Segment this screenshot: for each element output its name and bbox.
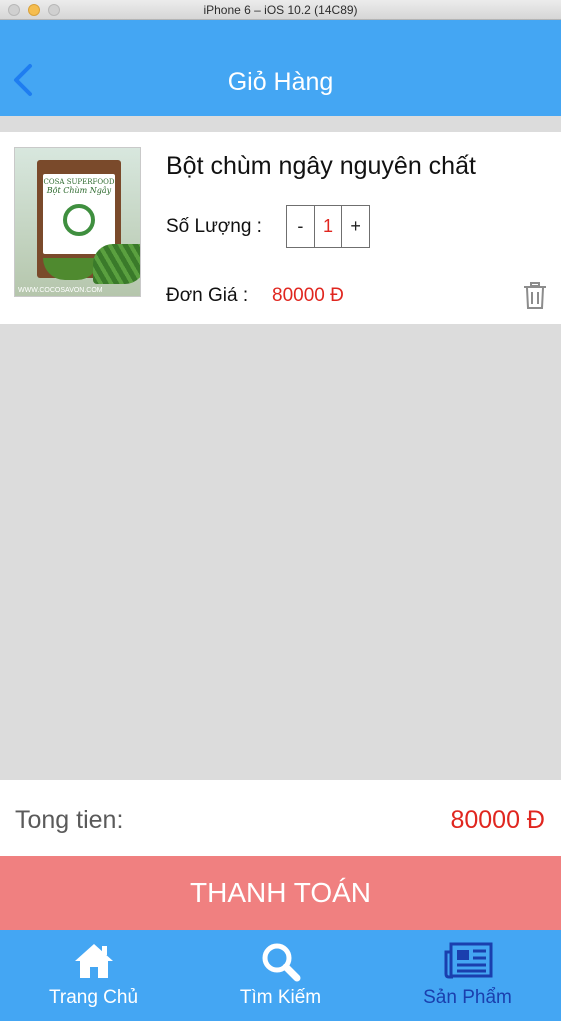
product-name: Bột chùm ngây nguyên chất [166,152,476,180]
total-summary: Tong tien: 80000 Đ [0,780,561,856]
trash-icon [524,282,546,309]
unit-price-value: 80000 Đ [272,285,344,306]
tab-label-search: Tìm Kiếm [239,987,322,1008]
image-caption: WWW.COCOSAVON.COM [18,287,103,294]
simulator-title: iPhone 6 – iOS 10.2 (14C89) [203,2,358,17]
unit-price-label: Đơn Giá : [166,285,249,306]
total-label: Tong tien: [15,806,124,834]
moringa-leaves [93,244,140,284]
cart-item: COSA SUPERFOOD Bột Chùm Ngây WWW.COCOSAV… [0,132,561,324]
tab-products[interactable]: Sản Phẩm [374,930,561,1021]
tab-bar: Trang Chủ Tìm Kiếm Sản Phẩm [0,930,561,1021]
quantity-label: Số Lượng : [166,216,262,237]
quantity-stepper: - 1 + [286,205,370,248]
checkout-button[interactable]: THANH TOÁN [0,856,561,930]
window-minimize-button[interactable] [28,4,40,16]
tab-home[interactable]: Trang Chủ [0,930,187,1021]
search-icon [262,943,300,982]
product-image[interactable]: COSA SUPERFOOD Bột Chùm Ngây WWW.COCOSAV… [14,147,141,297]
tab-label-home: Trang Chủ [48,987,139,1008]
page-title: Giỏ Hàng [227,68,334,96]
package-title: Bột Chùm Ngây [46,186,112,195]
increment-button[interactable]: + [342,206,369,247]
total-value: 80000 Đ [450,806,545,834]
home-icon [74,944,113,978]
tab-label-products: Sản Phẩm [423,987,512,1008]
navigation-bar: Giỏ Hàng [0,20,561,116]
delete-item-button[interactable] [522,282,548,310]
newspaper-icon [444,942,492,979]
simulator-title-bar: iPhone 6 – iOS 10.2 (14C89) [0,0,561,20]
quantity-value: 1 [315,206,343,247]
window-maximize-button[interactable] [48,4,60,16]
tab-search[interactable]: Tìm Kiếm [187,930,374,1021]
leaf-wreath-icon [63,204,95,236]
decrement-button[interactable]: - [287,206,315,247]
window-close-button[interactable] [8,4,20,16]
package-brand: COSA SUPERFOOD [43,178,115,186]
package-label: COSA SUPERFOOD Bột Chùm Ngây [43,174,115,254]
